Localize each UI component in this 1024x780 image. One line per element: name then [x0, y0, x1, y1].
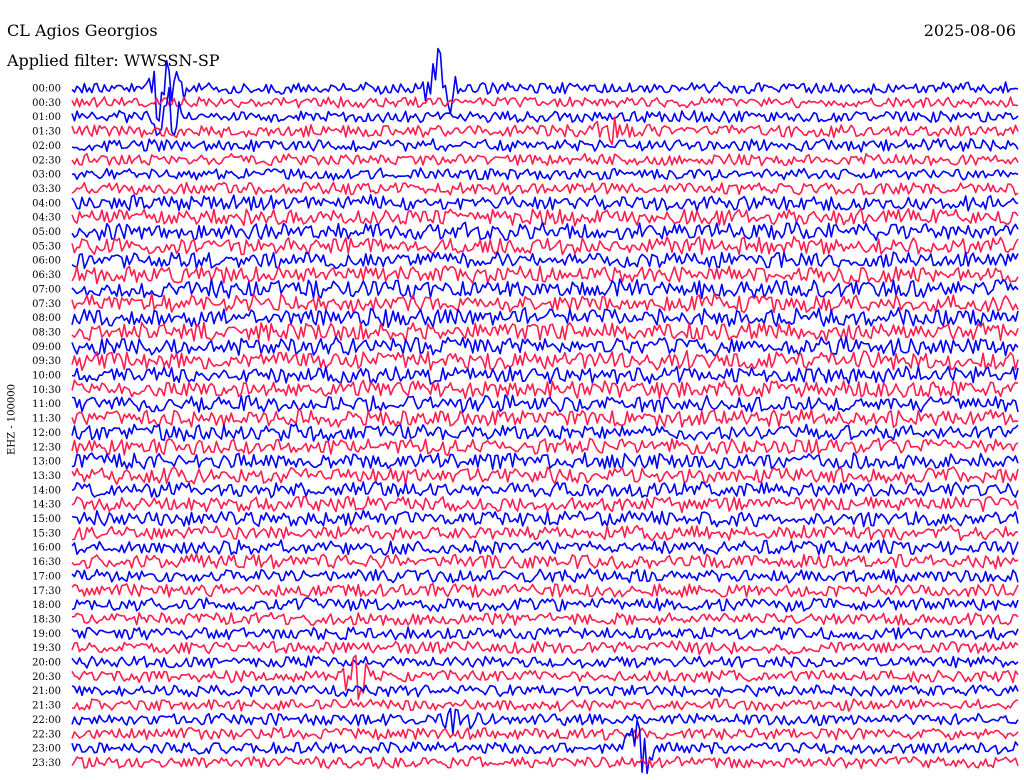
trace-2200: [71, 707, 1019, 735]
tick-label-0100: 01:00: [32, 112, 61, 123]
trace-0000: [71, 47, 1019, 122]
trace-1830: [71, 611, 1019, 626]
tick-label-1430: 14:30: [32, 500, 61, 511]
tick-label-0500: 05:00: [32, 227, 61, 238]
tick-label-1830: 18:30: [32, 614, 61, 625]
tick-label-1200: 12:00: [32, 428, 61, 439]
trace-1930: [71, 640, 1019, 656]
trace-2330: [71, 755, 1019, 770]
trace-2230: [71, 726, 1019, 741]
tick-label-2030: 20:30: [32, 672, 61, 683]
tick-label-0700: 07:00: [32, 284, 61, 295]
tick-label-0030: 00:30: [32, 98, 61, 109]
tick-label-0800: 08:00: [32, 313, 61, 324]
tick-label-1100: 11:00: [32, 399, 61, 410]
trace-2100: [71, 684, 1019, 698]
tick-label-0230: 02:30: [32, 155, 61, 166]
trace-1530: [71, 524, 1019, 542]
tick-label-0400: 04:00: [32, 198, 61, 209]
trace-1300: [71, 452, 1019, 471]
tick-label-1130: 11:30: [32, 414, 61, 425]
tick-label-1630: 16:30: [32, 557, 61, 568]
tick-label-1000: 10:00: [32, 371, 61, 382]
trace-0730: [71, 292, 1019, 314]
tick-label-0730: 07:30: [32, 299, 61, 310]
tick-label-1800: 18:00: [32, 600, 61, 611]
tick-label-2330: 23:30: [32, 758, 61, 769]
trace-1600: [71, 539, 1019, 556]
tick-label-1930: 19:30: [32, 643, 61, 654]
trace-1100: [71, 394, 1019, 414]
trace-0330: [71, 181, 1019, 196]
trace-0600: [71, 251, 1019, 270]
tick-label-0600: 06:00: [32, 256, 61, 267]
tick-label-0300: 03:00: [32, 170, 61, 181]
tick-label-0130: 01:30: [32, 127, 61, 138]
trace-1900: [71, 626, 1019, 641]
trace-0030: [71, 96, 1019, 109]
tick-label-2130: 21:30: [32, 701, 61, 712]
trace-0230: [71, 152, 1019, 167]
trace-2130: [71, 698, 1019, 712]
trace-2000: [71, 655, 1019, 669]
trace-0300: [71, 167, 1019, 181]
trace-0800: [71, 307, 1019, 328]
tick-label-0430: 04:30: [32, 213, 61, 224]
trace-1430: [71, 495, 1019, 514]
tick-label-0000: 00:00: [32, 84, 61, 95]
tick-label-1500: 15:00: [32, 514, 61, 525]
tick-label-2100: 21:00: [32, 686, 61, 697]
tick-label-0330: 03:30: [32, 184, 61, 195]
tick-label-1900: 19:00: [32, 629, 61, 640]
tick-label-1030: 10:30: [32, 385, 61, 396]
tick-label-1700: 17:00: [32, 571, 61, 582]
tick-label-2300: 23:00: [32, 744, 61, 755]
tick-label-2200: 22:00: [32, 715, 61, 726]
trace-1630: [71, 553, 1019, 570]
tick-label-2000: 20:00: [32, 658, 61, 669]
tick-label-1330: 13:30: [32, 471, 61, 482]
tick-label-2230: 22:30: [32, 729, 61, 740]
trace-1230: [71, 437, 1019, 457]
trace-0900: [71, 336, 1019, 357]
trace-1730: [71, 582, 1019, 598]
trace-0630: [71, 265, 1019, 285]
trace-0930: [71, 349, 1019, 371]
tick-label-0900: 09:00: [32, 342, 61, 353]
tick-label-0630: 06:30: [32, 270, 61, 281]
trace-0400: [71, 194, 1019, 212]
trace-1330: [71, 466, 1019, 486]
trace-1130: [71, 408, 1019, 429]
tick-label-1300: 13:00: [32, 457, 61, 468]
trace-1800: [71, 596, 1019, 613]
trace-1500: [71, 509, 1019, 528]
tick-label-0930: 09:30: [32, 356, 61, 367]
tick-label-1600: 16:00: [32, 543, 61, 554]
trace-0200: [71, 137, 1019, 153]
tick-label-0530: 05:30: [32, 241, 61, 252]
trace-1400: [71, 481, 1019, 499]
tick-label-0200: 02:00: [32, 141, 61, 152]
tick-label-1400: 14:00: [32, 485, 61, 496]
tick-label-1730: 17:30: [32, 586, 61, 597]
helicorder-plot: 00:00 00:30 01:00 01:30 02:00 02:30 03:00 03:30…: [32, 47, 1019, 775]
tick-label-0830: 08:30: [32, 327, 61, 338]
trace-1700: [71, 568, 1019, 584]
trace-0430: [71, 207, 1019, 227]
tick-label-1530: 15:30: [32, 528, 61, 539]
tick-label-1230: 12:30: [32, 442, 61, 453]
